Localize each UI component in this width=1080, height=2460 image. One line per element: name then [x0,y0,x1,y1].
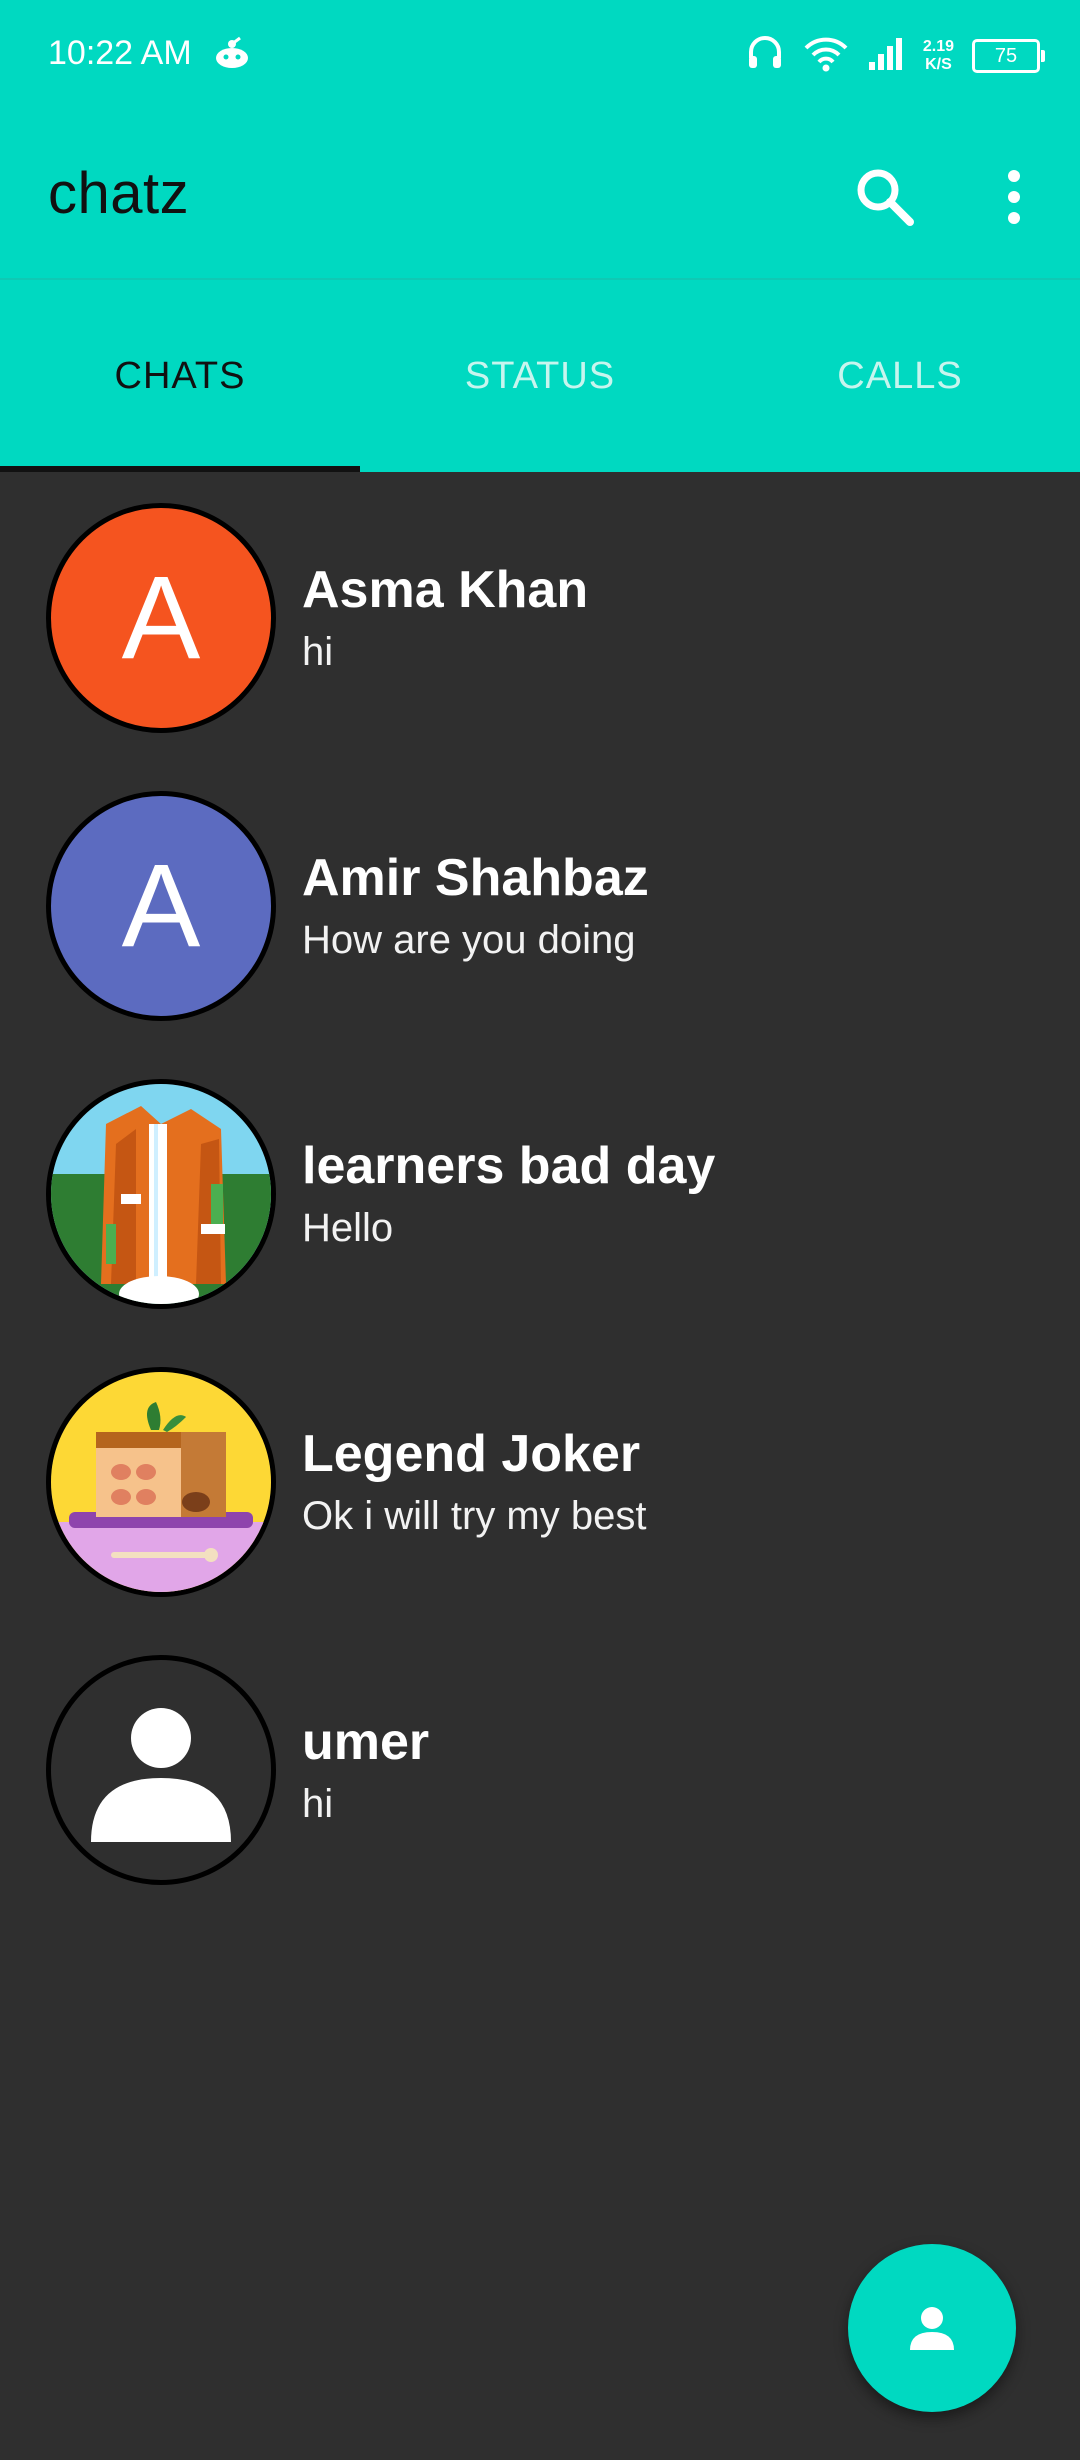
net-speed-unit: K/S [925,56,952,73]
net-speed: 2.19 K/S [923,38,954,74]
more-vert-icon [1008,170,1020,224]
chat-last-message: hi [302,1782,334,1826]
status-time: 10:22 AM [48,34,192,72]
chat-name: Asma Khan [302,561,589,619]
avatar[interactable] [46,1367,276,1597]
app-notification-icon [212,34,252,75]
waterfall-landscape-image [51,1084,271,1304]
chat-list: A Asma Khan hi A Amir Shahbaz How are yo… [0,470,1080,1910]
chat-name: umer [302,1713,430,1771]
more-options-button[interactable] [990,162,1038,232]
tab-calls[interactable]: CALLS [720,280,1080,472]
tab-chats-label: CHATS [114,354,246,397]
chat-last-message: Hello [302,1206,394,1250]
tab-status-label: STATUS [464,354,616,397]
search-icon [857,169,914,226]
cake-dessert-image [51,1372,271,1592]
status-bar: 10:22 AM 2.19 K/S 75 [0,0,1080,110]
app-title: chatz [48,161,190,226]
chat-item-learners-bad-day[interactable]: learners bad day Hello [0,1046,1080,1334]
avatar[interactable]: A [46,791,276,1021]
person-icon [910,2307,954,2350]
wifi-icon [803,34,849,79]
avatar-letter: A [121,552,201,684]
avatar[interactable] [46,1079,276,1309]
battery-level: 75 [994,44,1018,67]
chat-last-message: Ok i will try my best [302,1494,647,1538]
new-chat-fab[interactable] [848,2244,1016,2412]
chat-last-message: hi [302,630,334,674]
net-speed-value: 2.19 [922,38,954,55]
default-person-icon [91,1708,231,1842]
app-bar: chatz [0,110,1080,278]
search-button[interactable] [850,162,920,232]
chat-item-asma-khan[interactable]: A Asma Khan hi [0,470,1080,758]
headset-icon [745,34,785,79]
chat-last-message: How are you doing [302,918,636,962]
battery-icon: 75 [972,39,1045,73]
chat-item-umer[interactable]: umer hi [0,1622,1080,1910]
status-icons: 2.19 K/S 75 [745,28,1045,84]
chat-item-amir-shahbaz[interactable]: A Amir Shahbaz How are you doing [0,758,1080,1046]
avatar[interactable]: A [46,503,276,733]
avatar[interactable] [46,1655,276,1885]
chat-name: learners bad day [302,1137,716,1195]
tab-status[interactable]: STATUS [360,280,720,472]
chat-name: Legend Joker [302,1425,641,1483]
tab-chats[interactable]: CHATS [0,280,360,472]
tab-bar: CHATS STATUS CALLS [0,278,1080,472]
chat-name: Amir Shahbaz [302,849,649,907]
tab-calls-label: CALLS [837,354,963,397]
chat-item-legend-joker[interactable]: Legend Joker Ok i will try my best [0,1334,1080,1622]
signal-icon [867,36,905,77]
avatar-letter: A [121,840,201,972]
